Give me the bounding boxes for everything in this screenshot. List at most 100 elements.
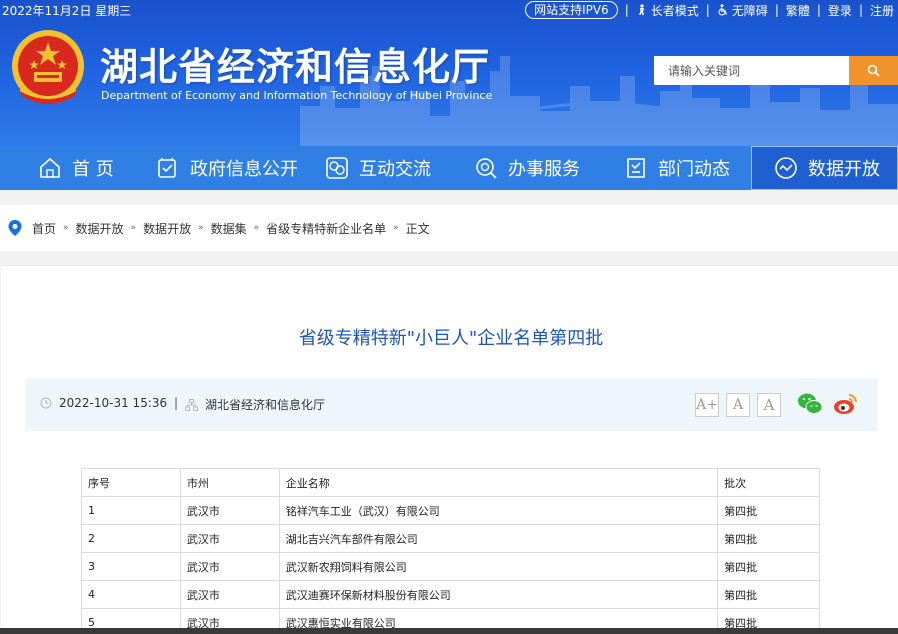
source-text: 湖北省经济和信息化厅	[205, 398, 326, 412]
publish-datetime: 2022-10-31 15:36	[40, 396, 167, 410]
cell-number: 3	[81, 552, 181, 581]
register-link[interactable]: 注册	[870, 2, 894, 19]
elder-mode-label: 长者模式	[650, 3, 699, 18]
search-box	[654, 56, 898, 85]
top-separator: |	[858, 3, 863, 17]
bottom-scrollbar-edge	[0, 628, 898, 634]
weibo-share-icon[interactable]	[833, 391, 859, 417]
login-link[interactable]: 登录	[828, 2, 852, 19]
cell-city: 武汉市	[179, 496, 280, 525]
search-icon	[867, 64, 880, 77]
table-row: 3 武汉市 武汉新农翔饲料有限公司 第四批	[81, 552, 820, 581]
column-header-company: 企业名称	[278, 468, 719, 497]
info-divider: |	[174, 396, 179, 410]
top-separator: |	[624, 3, 629, 17]
search-button[interactable]	[849, 56, 898, 85]
cell-company: 湖北吉兴汽车部件有限公司	[278, 524, 719, 553]
document-check-icon	[158, 158, 176, 178]
nav-home[interactable]: 首 页	[38, 146, 114, 190]
article-source: 湖北省经济和信息化厅	[185, 396, 325, 413]
interaction-icon	[326, 157, 348, 179]
breadcrumb-item-data-open-sub[interactable]: 数据开放	[143, 220, 191, 237]
table-row: 4 武汉市 武汉迪赛环保新材料股份有限公司 第四批	[81, 580, 820, 609]
nav-news[interactable]: 部门动态	[624, 146, 730, 190]
datetime-text: 2022-10-31 15:36	[59, 396, 168, 410]
cell-batch: 第四批	[717, 524, 820, 553]
search-service-icon	[476, 158, 497, 179]
wheelchair-icon	[718, 4, 727, 16]
cell-batch: 第四批	[717, 552, 820, 581]
national-emblem-logo	[12, 30, 84, 104]
cell-batch: 第四批	[717, 580, 820, 609]
enterprise-table: 序号 市州 企业名称 批次 1 武汉市 铭祥汽车工业（武汉）有限公司 第四批 2…	[81, 468, 820, 634]
font-button-label: A+	[696, 397, 718, 413]
site-header: 2022年11月2日 星期三 网站支持IPV6 | 长者模式 | 无障碍 | 繁…	[0, 0, 898, 146]
breadcrumb-item-home[interactable]: 首页	[32, 220, 56, 237]
breadcrumb: 首页 » 数据开放 » 数据开放 » 数据集 » 省级专精特新企业名单 » 正文	[0, 205, 898, 251]
table-header-row: 序号 市州 企业名称 批次	[81, 468, 820, 497]
cell-number: 1	[81, 496, 181, 525]
breadcrumb-item-list[interactable]: 省级专精特新企业名单	[266, 220, 386, 237]
nav-services[interactable]: 办事服务	[474, 146, 580, 190]
breadcrumb-arrow-icon: »	[393, 223, 399, 233]
nav-interaction[interactable]: 互动交流	[325, 146, 431, 190]
breadcrumb-item-data-open[interactable]: 数据开放	[76, 220, 124, 237]
nav-label: 数据开放	[808, 159, 880, 180]
clock-icon	[40, 397, 52, 409]
ipv6-badge: 网站支持IPV6	[525, 1, 618, 19]
font-button-label: A	[763, 396, 775, 414]
breadcrumb-item-dataset[interactable]: 数据集	[211, 220, 247, 237]
breadcrumb-arrow-icon: »	[130, 223, 137, 233]
nav-gov-info[interactable]: 政府信息公开	[156, 146, 298, 190]
accessibility-label: 无障碍	[731, 3, 768, 18]
nav-label: 办事服务	[508, 159, 580, 180]
main-nav: 首 页 政府信息公开 互动交流 办事服务 部门动态 数据开放	[0, 146, 898, 190]
cell-company: 武汉新农翔饲料有限公司	[278, 552, 719, 581]
organization-icon	[185, 398, 198, 411]
cell-number: 4	[81, 580, 181, 609]
nav-label: 首 页	[72, 159, 114, 180]
nav-label: 政府信息公开	[190, 159, 298, 180]
elder-mode-link[interactable]: 长者模式	[636, 2, 699, 19]
current-date: 2022年11月2日 星期三	[2, 4, 132, 18]
column-header-city: 市州	[179, 468, 280, 497]
cell-company: 武汉迪赛环保新材料股份有限公司	[278, 580, 719, 609]
breadcrumb-arrow-icon: »	[198, 223, 204, 233]
cell-city: 武汉市	[179, 552, 280, 581]
article-container: 省级专精特新"小巨人"企业名单第四批 2022-10-31 15:36 | 湖北…	[1, 265, 898, 634]
cell-number: 2	[81, 524, 181, 553]
data-chart-icon	[775, 157, 797, 179]
column-header-number: 序号	[81, 468, 181, 497]
cell-city: 武汉市	[179, 524, 280, 553]
wechat-share-icon[interactable]	[797, 391, 823, 417]
home-icon	[40, 157, 60, 178]
article-info-bar: 2022-10-31 15:36 | 湖北省经济和信息化厅 A+ A A	[25, 378, 878, 431]
font-size-decrease-button[interactable]: A	[726, 393, 750, 417]
top-separator: |	[816, 3, 821, 17]
elder-icon	[638, 4, 644, 15]
nav-label: 互动交流	[359, 159, 431, 180]
search-input[interactable]	[654, 56, 849, 85]
accessibility-link[interactable]: 无障碍	[717, 2, 768, 19]
article-title: 省级专精特新"小巨人"企业名单第四批	[298, 328, 604, 349]
cell-company: 铭祥汽车工业（武汉）有限公司	[278, 496, 719, 525]
table-row: 2 武汉市 湖北吉兴汽车部件有限公司 第四批	[81, 524, 820, 553]
font-button-label: A	[732, 397, 744, 413]
top-separator: |	[705, 3, 710, 17]
breadcrumb-arrow-icon: »	[63, 223, 69, 233]
font-size-increase-button[interactable]: A+	[695, 393, 719, 417]
top-bar: 2022年11月2日 星期三 网站支持IPV6 | 长者模式 | 无障碍 | 繁…	[0, 0, 898, 20]
site-title: 湖北省经济和信息化厅	[100, 44, 491, 89]
top-separator: |	[774, 3, 779, 17]
column-header-batch: 批次	[717, 468, 820, 497]
table-row: 1 武汉市 铭祥汽车工业（武汉）有限公司 第四批	[81, 496, 820, 525]
font-size-reset-button[interactable]: A	[757, 393, 781, 417]
nav-data-open[interactable]: 数据开放	[751, 146, 898, 190]
cell-batch: 第四批	[717, 496, 820, 525]
top-links: 网站支持IPV6 | 长者模式 | 无障碍 | 繁體 | 登录 | 注册	[525, 0, 894, 20]
traditional-chinese-link[interactable]: 繁體	[786, 2, 810, 19]
site-subtitle: Department of Economy and Information Te…	[101, 89, 493, 102]
nav-label: 部门动态	[658, 159, 730, 180]
location-pin-icon	[8, 220, 22, 236]
cell-city: 武汉市	[179, 580, 280, 609]
